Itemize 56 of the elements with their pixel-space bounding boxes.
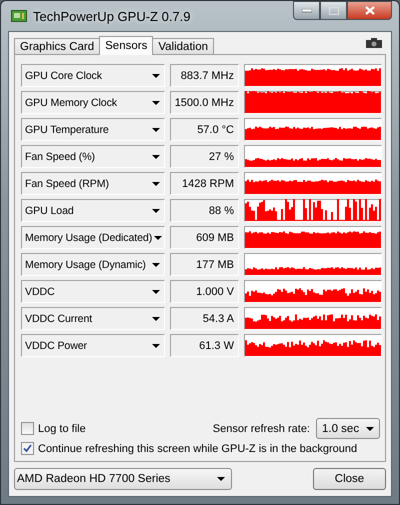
- sensor-dropdown[interactable]: Fan Speed (RPM): [21, 172, 165, 195]
- checkbox-label[interactable]: Log to file: [38, 422, 86, 434]
- caret-icon: [152, 182, 160, 186]
- sensor-dropdown[interactable]: GPU Core Clock: [21, 64, 165, 87]
- sensor-reading: 88 %: [170, 199, 239, 222]
- sensor-dropdown[interactable]: Memory Usage (Dynamic): [21, 253, 165, 276]
- caret-icon: [152, 262, 160, 266]
- sensor-reading: 609 MB: [170, 226, 239, 249]
- checkmark-icon: [23, 444, 32, 453]
- sensor-dropdown[interactable]: GPU Temperature: [21, 118, 165, 141]
- caret-icon: [152, 344, 160, 348]
- sensor-reading: 1500.0 MHz: [170, 91, 239, 114]
- sensor-reading: 883.7 MHz: [170, 64, 239, 87]
- refresh-rate-label: Sensor refresh rate:: [212, 422, 310, 434]
- sensor-reading: 177 MB: [170, 253, 239, 276]
- caret-icon: [154, 236, 162, 240]
- sensor-reading: 1428 RPM: [170, 172, 239, 195]
- caret-icon: [366, 426, 374, 430]
- tab[interactable]: Sensors: [99, 36, 154, 55]
- refresh-rate-dropdown[interactable]: 1.0 sec: [316, 418, 380, 439]
- caret-icon: [152, 100, 160, 104]
- caret-icon: [152, 316, 160, 320]
- minimize-icon: [302, 8, 312, 12]
- sensor-reading: 57.0 °C: [170, 118, 239, 141]
- checkbox[interactable]: [21, 422, 34, 435]
- checkbox-label[interactable]: Continue refreshing this screen while GPU-Z is in the background: [38, 442, 358, 454]
- sensor-reading: 1.000 V: [170, 280, 239, 303]
- close-window-button[interactable]: [347, 1, 392, 20]
- graphics-card-icon: [11, 9, 27, 23]
- sensor-dropdown[interactable]: Fan Speed (%): [21, 145, 165, 168]
- sensor-reading: 54.3 A: [170, 307, 239, 330]
- close-icon: [364, 6, 374, 15]
- maximize-icon: [328, 6, 338, 14]
- gpu-select-dropdown[interactable]: AMD Radeon HD 7700 Series: [14, 468, 232, 490]
- sensor-dropdown[interactable]: VDDC: [21, 280, 165, 303]
- sensor-dropdown[interactable]: GPU Load: [21, 199, 165, 222]
- caret-icon: [152, 208, 160, 212]
- camera-icon: [366, 38, 382, 48]
- checkbox[interactable]: [21, 442, 34, 455]
- caret-icon: [152, 128, 160, 132]
- window-title: TechPowerUp GPU-Z 0.7.9: [33, 8, 191, 24]
- sensor-reading: 61.3 W: [170, 334, 239, 357]
- caret-icon: [217, 477, 225, 481]
- tab[interactable]: Validation: [152, 38, 214, 54]
- maximize-button[interactable]: [320, 1, 347, 20]
- sensor-dropdown[interactable]: VDDC Current: [21, 307, 165, 330]
- sensor-reading: 27 %: [170, 145, 239, 168]
- caret-icon: [152, 74, 160, 78]
- minimize-button[interactable]: [293, 1, 320, 20]
- caret-icon: [152, 290, 160, 294]
- sensor-dropdown[interactable]: Memory Usage (Dedicated): [21, 226, 165, 249]
- sensor-dropdown[interactable]: VDDC Power: [21, 334, 165, 357]
- sensor-dropdown[interactable]: GPU Memory Clock: [21, 91, 165, 114]
- tab[interactable]: Graphics Card: [14, 38, 100, 54]
- caret-icon: [152, 154, 160, 158]
- close-button[interactable]: Close: [313, 468, 386, 490]
